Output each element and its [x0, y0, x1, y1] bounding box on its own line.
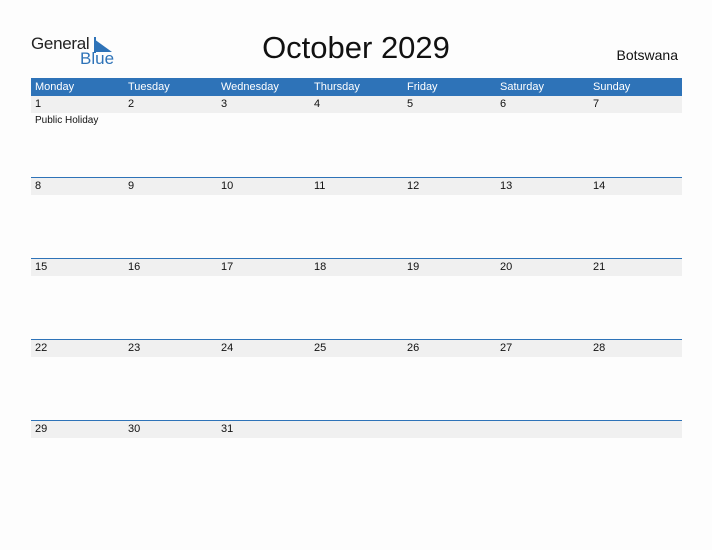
day-number-band: 22 23 24 25 26 27 28 — [31, 340, 682, 357]
day-number: 23 — [128, 342, 141, 354]
day-number-band: 1 2 3 4 5 6 7 — [31, 96, 682, 113]
day-event — [124, 357, 217, 359]
day-number: 29 — [35, 423, 48, 435]
weekday-header: Monday Tuesday Wednesday Thursday Friday… — [31, 78, 682, 96]
weekday-monday: Monday — [35, 81, 75, 93]
day-event — [124, 276, 217, 278]
day-event — [124, 438, 217, 440]
day-event — [403, 113, 496, 126]
weeks-container: 1 2 3 4 5 6 7 Public Holiday 8 9 10 11 12 13 14 15 16 17 1… — [31, 96, 682, 501]
weekday-wednesday: Wednesday — [221, 81, 279, 93]
day-event — [124, 113, 217, 126]
day-number: 28 — [593, 342, 606, 354]
day-event — [310, 195, 403, 197]
day-number: 8 — [35, 180, 42, 192]
weekday-saturday: Saturday — [500, 81, 545, 93]
day-event — [31, 195, 124, 197]
weekday-friday: Friday — [407, 81, 438, 93]
day-number: 20 — [500, 261, 513, 273]
weekday-thursday: Thursday — [314, 81, 360, 93]
day-number: 24 — [221, 342, 234, 354]
day-number: 31 — [221, 423, 234, 435]
day-number: 5 — [407, 98, 414, 110]
events-row — [31, 357, 682, 359]
day-number: 10 — [221, 180, 234, 192]
country-label: Botswana — [616, 47, 678, 63]
day-event — [31, 438, 124, 440]
day-number: 21 — [593, 261, 606, 273]
day-number-band: 15 16 17 18 19 20 21 — [31, 259, 682, 276]
day-event — [310, 113, 403, 126]
day-number-band: 8 9 10 11 12 13 14 — [31, 178, 682, 195]
day-number: 13 — [500, 180, 513, 192]
day-number — [496, 421, 589, 438]
day-number: 15 — [35, 261, 48, 273]
events-row: Public Holiday — [31, 113, 682, 126]
weekday-tuesday: Tuesday — [128, 81, 170, 93]
day-number: 19 — [407, 261, 420, 273]
day-event — [310, 357, 403, 359]
day-number: 9 — [128, 180, 135, 192]
events-row — [31, 438, 682, 440]
week-row: 8 9 10 11 12 13 14 — [31, 177, 682, 258]
day-event — [403, 438, 496, 440]
calendar-title: October 2029 — [262, 30, 450, 65]
day-number: 16 — [128, 261, 141, 273]
day-event — [589, 438, 682, 440]
day-number: 22 — [35, 342, 48, 354]
day-number: 4 — [314, 98, 321, 110]
day-number: 30 — [128, 423, 141, 435]
day-event — [496, 113, 589, 126]
day-event — [310, 438, 403, 440]
day-number: 27 — [500, 342, 513, 354]
day-event — [589, 195, 682, 197]
day-number: 26 — [407, 342, 420, 354]
day-event — [310, 276, 403, 278]
day-number: 18 — [314, 261, 327, 273]
day-number: 6 — [500, 98, 507, 110]
week-row: 15 16 17 18 19 20 21 — [31, 258, 682, 339]
day-number: 25 — [314, 342, 327, 354]
day-event — [31, 276, 124, 278]
day-event — [217, 357, 310, 359]
day-event — [31, 357, 124, 359]
events-row — [31, 276, 682, 278]
day-event — [496, 357, 589, 359]
calendar-grid: Monday Tuesday Wednesday Thursday Friday… — [31, 78, 682, 501]
week-row: 29 30 31 — [31, 420, 682, 501]
week-row: 22 23 24 25 26 27 28 — [31, 339, 682, 420]
day-event — [589, 276, 682, 278]
day-event — [217, 438, 310, 440]
day-event — [217, 195, 310, 197]
day-number: 17 — [221, 261, 234, 273]
day-event — [403, 195, 496, 197]
day-event — [589, 113, 682, 126]
day-number — [310, 421, 403, 438]
day-number: 11 — [314, 180, 326, 192]
day-number — [589, 421, 682, 438]
day-number: 12 — [407, 180, 420, 192]
day-event — [217, 276, 310, 278]
week-row: 1 2 3 4 5 6 7 Public Holiday — [31, 96, 682, 177]
day-number — [403, 421, 496, 438]
day-event — [496, 276, 589, 278]
day-event — [589, 357, 682, 359]
day-number: 2 — [128, 98, 135, 110]
events-row — [31, 195, 682, 197]
day-number: 1 — [35, 98, 42, 110]
day-event: Public Holiday — [35, 115, 99, 126]
weekday-sunday: Sunday — [593, 81, 631, 93]
day-number: 14 — [593, 180, 606, 192]
day-event — [124, 195, 217, 197]
day-number-band: 29 30 31 — [31, 421, 682, 438]
day-event — [496, 438, 589, 440]
day-number: 7 — [593, 98, 600, 110]
day-event — [217, 113, 310, 126]
day-event — [403, 357, 496, 359]
day-number: 3 — [221, 98, 228, 110]
day-event — [496, 195, 589, 197]
day-event — [403, 276, 496, 278]
